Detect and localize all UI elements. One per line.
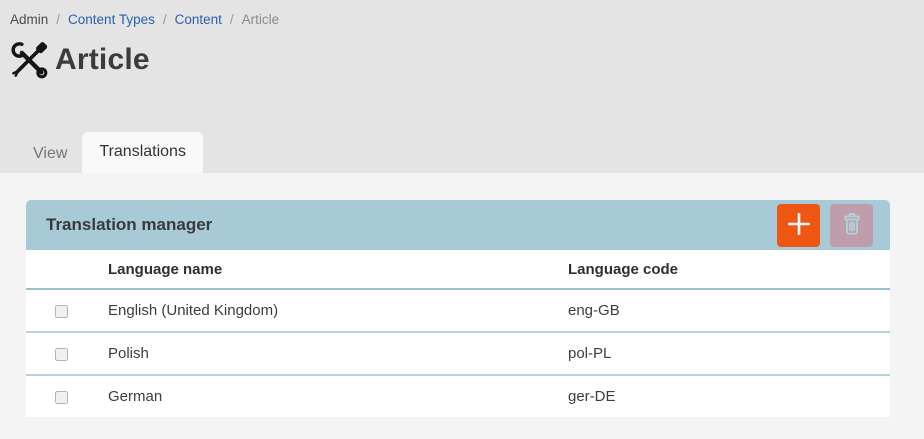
- plus-icon: [787, 212, 811, 239]
- breadcrumb-item-admin: Admin: [10, 12, 48, 27]
- trash-icon: [839, 211, 865, 240]
- language-code-cell: ger-DE: [556, 375, 890, 417]
- translation-manager-panel: Translation manager: [26, 200, 890, 417]
- breadcrumb-item-content[interactable]: Content: [175, 12, 222, 27]
- select-column-header: [26, 250, 96, 289]
- breadcrumb-separator: /: [163, 12, 167, 27]
- language-code-cell: pol-PL: [556, 332, 890, 375]
- table-row: English (United Kingdom) eng-GB: [26, 289, 890, 332]
- breadcrumb-separator: /: [56, 12, 60, 27]
- content-area: Translation manager: [0, 173, 924, 439]
- language-name-column-header: Language name: [96, 250, 556, 289]
- table-header-row: Language name Language code: [26, 250, 890, 289]
- breadcrumb: Admin / Content Types / Content / Articl…: [0, 0, 924, 27]
- tab-view[interactable]: View: [18, 135, 82, 173]
- row-checkbox-ger-de[interactable]: [55, 391, 68, 404]
- page-title: Article: [55, 43, 150, 77]
- breadcrumb-separator: /: [230, 12, 234, 27]
- page-header: Admin / Content Types / Content / Articl…: [0, 0, 924, 173]
- tab-bar: View Translations: [0, 132, 924, 173]
- translations-table: Language name Language code English (Uni…: [26, 250, 890, 417]
- language-name-cell: Polish: [96, 332, 556, 375]
- breadcrumb-item-article: Article: [242, 12, 280, 27]
- language-code-column-header: Language code: [556, 250, 890, 289]
- panel-title: Translation manager: [46, 215, 777, 235]
- row-checkbox-pol-pl[interactable]: [55, 348, 68, 361]
- table-row: German ger-DE: [26, 375, 890, 417]
- add-translation-button[interactable]: [777, 204, 820, 247]
- tab-translations[interactable]: Translations: [82, 132, 203, 173]
- breadcrumb-item-content-types[interactable]: Content Types: [68, 12, 155, 27]
- title-row: Article: [0, 27, 924, 80]
- language-code-cell: eng-GB: [556, 289, 890, 332]
- panel-header: Translation manager: [26, 200, 890, 250]
- tools-icon: [10, 40, 48, 80]
- language-name-cell: German: [96, 375, 556, 417]
- table-row: Polish pol-PL: [26, 332, 890, 375]
- row-checkbox-eng-gb[interactable]: [55, 305, 68, 318]
- delete-translation-button[interactable]: [830, 204, 873, 247]
- language-name-cell: English (United Kingdom): [96, 289, 556, 332]
